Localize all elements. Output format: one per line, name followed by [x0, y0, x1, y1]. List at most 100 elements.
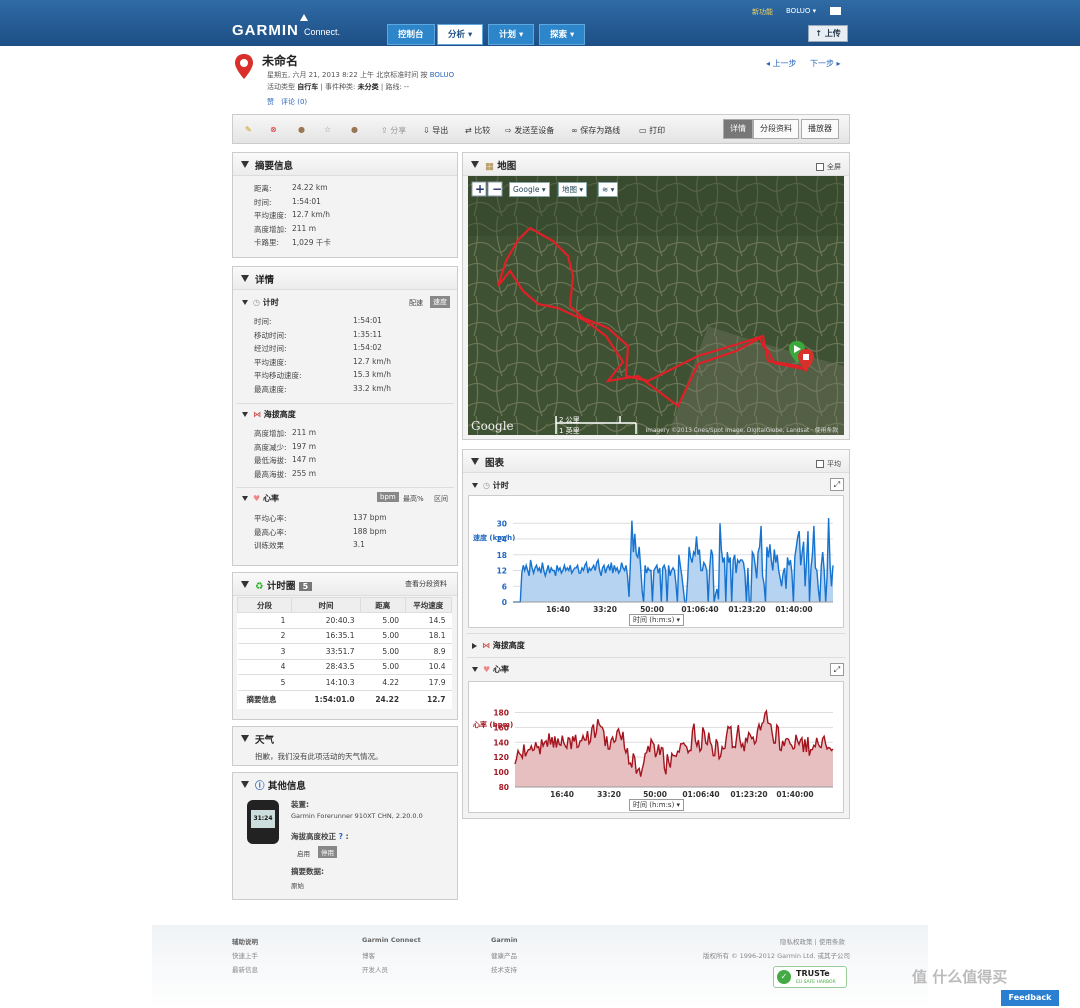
weather-title[interactable]: 天气 — [233, 727, 457, 750]
hr-chart-title[interactable]: ♥ 心率 — [472, 664, 509, 675]
timing-chart-title[interactable]: ◷ 计时 — [472, 480, 509, 491]
garmin-connect-logo[interactable]: GARMIN Connect. — [232, 14, 340, 39]
laps-count-badge: 5 — [298, 582, 313, 591]
laps-col-header[interactable]: 分段 — [237, 597, 292, 613]
bpm-toggle[interactable]: bpm — [377, 492, 399, 502]
map-provider-select[interactable]: Google ▾ — [509, 182, 550, 197]
compare-button[interactable]: ⇄ 比较 — [465, 125, 490, 136]
summary-label: 时间: — [254, 197, 272, 207]
nav-dashboard[interactable]: 控制台 — [387, 24, 435, 45]
timing-value: 15.3 km/h — [353, 370, 392, 380]
privacy-icon[interactable]: ● — [298, 125, 305, 134]
footer-dev-link[interactable]: 开发人员 — [362, 964, 388, 974]
tab-details[interactable]: 详情 — [723, 119, 753, 139]
laps-col-header[interactable]: 时间 — [290, 597, 362, 613]
user-menu[interactable]: BOLUO ▾ — [786, 7, 816, 15]
hr-label: 最高心率: — [254, 527, 287, 537]
mail-icon[interactable] — [830, 7, 841, 15]
like-link[interactable]: 赞 — [267, 97, 274, 107]
laps-col-header[interactable]: 距离 — [360, 597, 406, 613]
weather-text: 抱歉，我们没有此项活动的天气情况。 — [255, 752, 383, 761]
next-activity-link[interactable]: 下一步 ▸ — [810, 58, 841, 69]
heart-rate-section-title[interactable]: ♥ 心率 — [242, 493, 279, 504]
lap-total-cell: 24.22 — [375, 695, 400, 705]
speed-toggle[interactable]: 速度 — [430, 296, 450, 308]
export-button[interactable]: ⇩ 导出 — [423, 125, 448, 136]
activity-title[interactable]: 未命名 — [262, 52, 298, 69]
timing-section-title[interactable]: ◷ 计时 — [242, 297, 279, 308]
elev-label: 高度减少: — [254, 442, 287, 452]
summary-title[interactable]: 摘要信息 — [233, 153, 457, 176]
expand-speed-chart-icon[interactable]: ⤢ — [830, 478, 844, 491]
zone-toggle[interactable]: 区间 — [434, 494, 448, 504]
tab-player[interactable]: 播放器 — [801, 119, 839, 139]
summary-value: 12.7 km/h — [292, 210, 331, 220]
hr-value: 137 bpm — [353, 513, 387, 522]
map-title[interactable]: ▦ 地图 — [463, 153, 849, 176]
lap-cell: 20:40.3 — [291, 612, 361, 629]
laps-col-header[interactable]: 平均速度 — [404, 597, 453, 613]
truste-badge[interactable]: ✓ TRUSTe EU SAFE HARBOR — [773, 966, 847, 988]
max-pct-toggle[interactable]: 最高% — [403, 494, 424, 504]
y-tick-label: 18 — [497, 551, 507, 560]
table-row: 3 33:51.7 5.00 8.9 — [237, 643, 452, 660]
speed-chart-x-select[interactable]: 时间 (h:m:s) ▾ — [629, 614, 685, 626]
elev-value: 197 m — [292, 441, 317, 451]
nav-explore[interactable]: 探索 ▾ — [539, 24, 586, 45]
upload-button[interactable]: ↑ 上传 — [808, 25, 848, 42]
svg-text:−: − — [492, 182, 502, 196]
edit-icon[interactable]: ✎ — [245, 125, 252, 134]
chart-avg-checkbox[interactable]: 平均 — [816, 459, 841, 469]
expand-hr-chart-icon[interactable]: ⤢ — [830, 663, 844, 676]
footer-blog-link[interactable]: 博客 — [362, 950, 375, 960]
lap-cell: 4.22 — [360, 674, 406, 691]
nav-analysis[interactable]: 分析 ▾ — [437, 24, 484, 45]
charts-title[interactable]: 图表 — [463, 450, 849, 473]
new-feature-link[interactable]: 新功能 — [752, 7, 773, 17]
map-layers-icon[interactable]: ≋ ▾ — [598, 182, 619, 197]
x-tick-label: 16:40 — [546, 605, 570, 614]
other-info-title[interactable]: ⓘ 其他信息 — [233, 773, 457, 796]
comments-link[interactable]: 评论 (0) — [281, 97, 307, 107]
tab-splits[interactable]: 分段资料 — [753, 119, 799, 139]
footer-support-link[interactable]: 技术支持 — [491, 964, 517, 974]
delete-icon[interactable]: ⊗ — [270, 125, 277, 134]
y-tick-label: 140 — [493, 738, 509, 747]
view-splits-link[interactable]: 查看分段资料 — [405, 579, 447, 589]
map-type-select[interactable]: 地图 ▾ — [558, 182, 588, 197]
elevation-section-title[interactable]: ⋈ 海拔高度 — [242, 409, 296, 420]
device-name: Garmin Forerunner 910XT CHN, 2.20.0.0 — [291, 812, 423, 820]
details-title[interactable]: 详情 — [233, 267, 457, 290]
elev-label: 高度增加: — [254, 429, 287, 438]
series-area — [515, 711, 833, 787]
share-button[interactable]: ⇪ 分享 — [381, 125, 406, 136]
feedback-button[interactable]: Feedback — [1001, 990, 1059, 1006]
lap-total-cell: 摘要信息 — [246, 695, 277, 705]
map-fullscreen-checkbox[interactable]: 全屏 — [816, 162, 841, 172]
badge-icon[interactable]: ● — [351, 125, 358, 134]
footer-quick-link[interactable]: 快速上手 — [232, 950, 258, 960]
elevation-disable[interactable]: 停用 — [318, 846, 337, 858]
elevation-correction-label: 海拔高度校正 ? : — [291, 832, 349, 841]
hr-chart-x-select[interactable]: 时间 (h:m:s) ▾ — [629, 799, 685, 811]
pace-toggle[interactable]: 配速 — [409, 298, 423, 308]
lap-cell: 17.9 — [405, 674, 452, 691]
footer-legal-links[interactable]: 隐私权政策 | 使用条款 — [780, 936, 845, 946]
save-route-button[interactable]: ∞ 保存为路线 — [571, 125, 620, 136]
print-button[interactable]: ▭ 打印 — [639, 125, 665, 136]
table-row: 4 28:43.5 5.00 10.4 — [237, 659, 452, 675]
footer-garmin-heading: Garmin — [491, 936, 518, 944]
elevation-enable[interactable]: 启用 — [297, 848, 310, 858]
timing-label: 移动时间: — [254, 330, 287, 340]
x-tick-label: 01:06:40 — [682, 790, 719, 799]
footer-latest-link[interactable]: 最新信息 — [232, 964, 258, 974]
timing-label: 平均速度: — [254, 357, 287, 367]
footer-products-link[interactable]: 健康产品 — [491, 950, 517, 960]
send-to-device-button[interactable]: ⇨ 发送至设备 — [505, 125, 554, 136]
timing-value: 1:54:01 — [353, 316, 382, 325]
satellite-map[interactable]: + − Google 2 公里 1 英里 Imagery ©2013 Cnes/… — [468, 176, 844, 435]
prev-activity-link[interactable]: ◂ 上一步 — [766, 58, 797, 69]
favorite-icon[interactable]: ☆ — [324, 125, 331, 134]
nav-plan[interactable]: 计划 ▾ — [488, 24, 535, 45]
elevation-chart-title[interactable]: ⋈ 海拔高度 — [472, 640, 525, 651]
